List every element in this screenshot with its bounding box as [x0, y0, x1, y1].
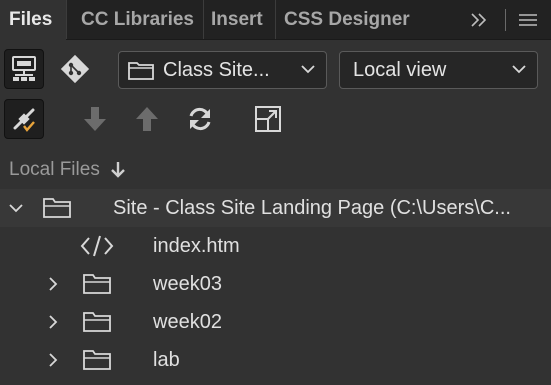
folder-icon [83, 350, 111, 370]
panel-tab-bar: Files CC Libraries Insert CSS Designer [0, 0, 551, 40]
tree-item-label: Site - Class Site Landing Page (C:\Users… [113, 197, 511, 219]
chevron-down-icon [301, 65, 315, 74]
folder-icon [83, 312, 111, 332]
tree-row-folder[interactable]: lab [0, 341, 551, 379]
chevron-right-icon[interactable] [46, 352, 60, 368]
tab-files[interactable]: Files [0, 0, 66, 40]
files-panel: Files CC Libraries Insert CSS Designer C… [0, 0, 551, 385]
tab-css-designer[interactable]: CSS Designer [284, 0, 410, 39]
expand-collapse-icon[interactable] [4, 99, 44, 139]
site-select-value: Class Site... [163, 58, 270, 81]
view-select[interactable]: Local view [339, 51, 538, 89]
chevron-right-icon[interactable] [46, 314, 60, 330]
refresh-icon[interactable] [184, 103, 216, 135]
folder-icon [43, 198, 71, 218]
tab-divider [203, 0, 204, 39]
site-select[interactable]: Class Site... [118, 51, 327, 89]
code-file-icon [80, 235, 114, 257]
local-files-label: Local Files [9, 159, 100, 180]
chevron-down-icon[interactable] [8, 200, 24, 216]
tree-item-label: week03 [153, 273, 222, 295]
double-chevron-right-icon[interactable] [466, 0, 492, 39]
tree-row-folder[interactable]: week03 [0, 265, 551, 303]
folder-icon [83, 274, 111, 294]
tab-divider [275, 0, 276, 39]
get-files-icon[interactable] [80, 104, 110, 134]
chevron-right-icon[interactable] [46, 276, 60, 292]
put-files-icon[interactable] [132, 104, 162, 134]
tree-row-site-root[interactable]: Site - Class Site Landing Page (C:\Users… [0, 189, 551, 227]
view-select-value: Local view [353, 58, 447, 81]
tree-item-label: lab [153, 349, 180, 371]
git-icon[interactable] [56, 50, 94, 88]
folder-icon [128, 62, 154, 80]
sort-down-arrow-icon[interactable] [109, 160, 127, 180]
expand-panel-icon[interactable] [253, 104, 283, 134]
tab-insert[interactable]: Insert [211, 0, 263, 39]
hamburger-menu-icon[interactable] [515, 0, 541, 39]
tab-divider [66, 0, 67, 39]
tree-row-folder[interactable]: week02 [0, 303, 551, 341]
local-files-header[interactable]: Local Files [9, 156, 127, 184]
chevron-down-icon [512, 65, 526, 74]
tab-controls-divider [505, 9, 506, 31]
tree-item-label: index.htm [153, 235, 240, 257]
tree-item-label: week02 [153, 311, 222, 333]
tab-cc-libraries[interactable]: CC Libraries [81, 0, 194, 39]
connect-server-icon[interactable] [4, 49, 44, 89]
tree-row-file[interactable]: index.htm [0, 227, 551, 265]
